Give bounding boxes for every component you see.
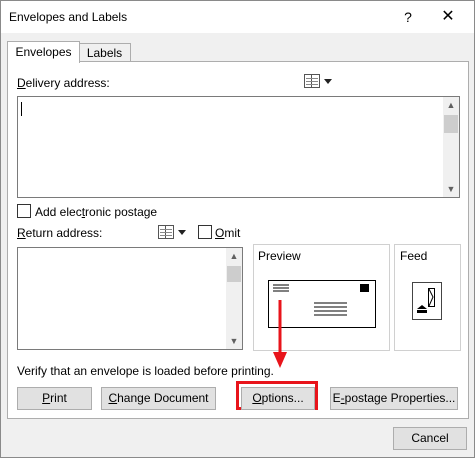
return-address-input[interactable]: ▲ ▼ [17, 247, 243, 350]
address-book-icon[interactable] [304, 74, 320, 88]
feed-method-icon[interactable] [412, 282, 442, 322]
scroll-up-icon[interactable]: ▲ [443, 97, 459, 113]
feed-title: Feed [400, 249, 428, 263]
options-button[interactable]: Options... [241, 387, 315, 410]
scroll-up-icon[interactable]: ▲ [226, 248, 242, 264]
return-address-label: Return address: [17, 226, 103, 240]
chevron-down-icon[interactable] [324, 79, 332, 84]
scroll-down-icon[interactable]: ▼ [226, 333, 242, 349]
return-scrollbar[interactable]: ▲ ▼ [226, 248, 242, 349]
delivery-address-label: Delivery address: [17, 76, 110, 90]
close-button[interactable]: ✕ [437, 6, 459, 28]
e-postage-properties-button[interactable]: E-postage Properties... [330, 387, 458, 410]
envelopes-tab-panel: Delivery address: ▲ ▼ Add electronic pos… [7, 61, 469, 419]
omit-checkbox[interactable] [198, 225, 212, 239]
text-cursor [21, 102, 22, 116]
add-electronic-postage-label: Add electronic postage [35, 205, 158, 219]
address-book-icon[interactable] [158, 225, 174, 239]
highlight-arrow [273, 300, 287, 368]
delivery-scrollbar[interactable]: ▲ ▼ [443, 97, 459, 197]
scroll-thumb[interactable] [227, 266, 241, 282]
scroll-thumb[interactable] [444, 115, 458, 133]
chevron-down-icon[interactable] [178, 230, 186, 235]
tab-envelopes[interactable]: Envelopes [7, 41, 80, 63]
omit-label: Omit [215, 226, 241, 240]
feed-group: Feed [394, 244, 461, 351]
change-document-button[interactable]: Change Document [101, 387, 216, 410]
verify-envelope-text: Verify that an envelope is loaded before… [17, 364, 274, 378]
cancel-button[interactable]: Cancel [393, 427, 467, 450]
tab-labels[interactable]: Labels [78, 43, 131, 62]
preview-title: Preview [258, 249, 301, 263]
dialog-title: Envelopes and Labels [9, 10, 128, 24]
delivery-address-input[interactable]: ▲ ▼ [17, 96, 460, 198]
add-electronic-postage-checkbox[interactable] [17, 204, 31, 218]
title-bar: Envelopes and Labels ? ✕ [1, 1, 474, 33]
help-button[interactable]: ? [399, 7, 417, 27]
print-button[interactable]: Print [17, 387, 92, 410]
envelopes-labels-dialog: Envelopes and Labels ? ✕ Envelopes Label… [0, 0, 475, 458]
scroll-down-icon[interactable]: ▼ [443, 181, 459, 197]
